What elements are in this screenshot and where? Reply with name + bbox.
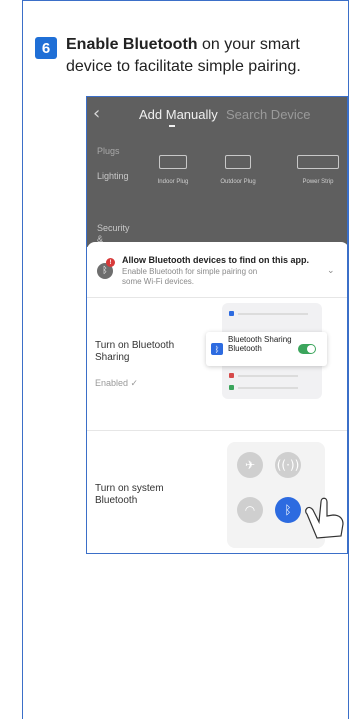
- device-power-strip[interactable]: Power Strip: [292, 179, 344, 185]
- indoor-plug-icon[interactable]: [159, 155, 187, 169]
- airplane-mode-icon: ✈: [237, 452, 263, 478]
- step1-label: Turn on Bluetooth Sharing: [95, 340, 175, 363]
- wifi-icon: ◠: [237, 497, 263, 523]
- step2-label: Turn on system Bluetooth: [95, 483, 164, 506]
- bluetooth-sharing-card: ᛒ Bluetooth Sharing Bluetooth: [206, 332, 327, 366]
- left-margin-rule: [22, 0, 23, 719]
- tab-search-device[interactable]: Search Device: [226, 107, 311, 122]
- phone-screenshot: ‹ Add Manually Search Device Plugs Light…: [86, 96, 348, 554]
- chevron-down-icon[interactable]: ⌄: [327, 266, 335, 276]
- right-margin-rule: [348, 0, 349, 719]
- alert-badge: !: [106, 258, 115, 267]
- mini-line: [238, 375, 298, 377]
- bluetooth-sheet: ᛒ ! Allow Bluetooth devices to find on t…: [87, 242, 347, 553]
- mini-red-icon: [229, 373, 234, 378]
- sheet-subtitle: Enable Bluetooth for simple pairing on s…: [122, 267, 258, 286]
- power-strip-icon[interactable]: [297, 155, 339, 169]
- outdoor-plug-icon[interactable]: [225, 155, 251, 169]
- step-instruction: Enable Bluetooth on your smart device to…: [66, 34, 346, 78]
- bluetooth-toggle-icon[interactable]: ᛒ: [275, 497, 301, 523]
- step1-status: Enabled ✓: [95, 378, 139, 388]
- mini-line: [238, 387, 298, 389]
- tab-add-manually[interactable]: Add Manually: [139, 107, 218, 122]
- app-background: ‹ Add Manually Search Device Plugs Light…: [87, 97, 347, 255]
- device-indoor-plug[interactable]: Indoor Plug: [150, 179, 196, 185]
- instruction-bold: Enable Bluetooth: [66, 36, 198, 53]
- mini-line: [238, 313, 308, 315]
- category-lighting[interactable]: Lighting: [97, 171, 129, 182]
- category-plugs[interactable]: Plugs: [97, 146, 120, 157]
- mini-green-icon: [229, 385, 234, 390]
- device-outdoor-plug[interactable]: Outdoor Plug: [215, 179, 261, 185]
- divider-top: [87, 297, 347, 298]
- sheet-title: Allow Bluetooth devices to find on this …: [122, 255, 310, 265]
- chevron-left-icon[interactable]: ‹: [93, 103, 100, 124]
- tab-underline: [169, 125, 175, 127]
- share-card-text: Bluetooth Sharing Bluetooth: [228, 335, 292, 353]
- step-number-badge: 6: [35, 37, 57, 59]
- tapping-hand-icon: [305, 497, 344, 539]
- bluetooth-sharing-toggle[interactable]: [298, 344, 316, 354]
- bluetooth-icon: ᛒ: [211, 343, 223, 355]
- mini-bt-icon: [229, 311, 234, 316]
- top-rule: [22, 0, 348, 1]
- cellular-icon: ((·)): [275, 452, 301, 478]
- divider-middle: [87, 430, 347, 431]
